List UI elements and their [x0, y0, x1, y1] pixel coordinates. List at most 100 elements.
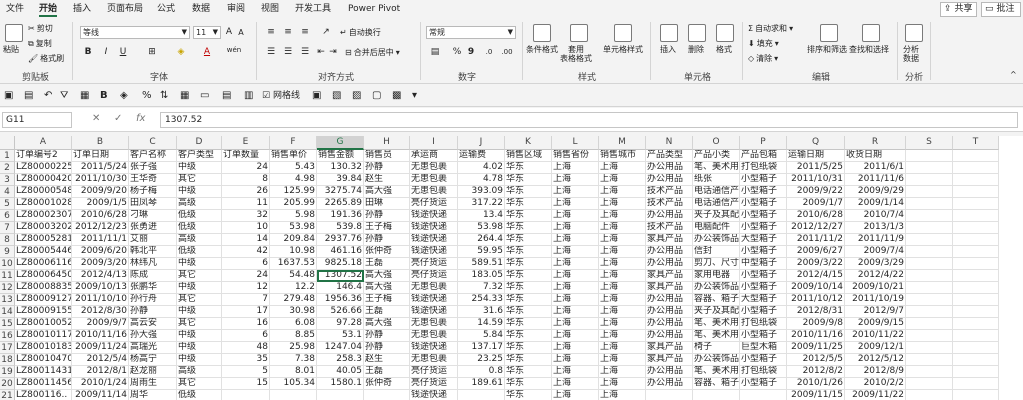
shrink-font-button[interactable]: A: [236, 26, 246, 39]
delete-cells-button[interactable]: 删除: [688, 45, 704, 54]
table-cell[interactable]: LZ80006116: [15, 258, 72, 270]
table-cell[interactable]: 42: [222, 246, 270, 258]
table-cell[interactable]: 华东: [505, 342, 552, 354]
insert-cells-icon[interactable]: [660, 24, 678, 42]
currency-icon[interactable]: ▤: [428, 46, 442, 59]
name-box[interactable]: G11: [2, 112, 72, 128]
table-cell[interactable]: 393.09: [458, 186, 505, 198]
table-cell[interactable]: 孙大强: [129, 330, 177, 342]
table-cell[interactable]: 中级: [177, 330, 222, 342]
table-cell[interactable]: 35: [222, 354, 270, 366]
table-cell[interactable]: LZ80010117: [15, 330, 72, 342]
table-cell[interactable]: 中型箱子: [740, 258, 787, 270]
table-cell[interactable]: 上海: [599, 162, 646, 174]
table-cell[interactable]: [906, 378, 953, 390]
table-cell[interactable]: 家具产品: [646, 354, 693, 366]
table-cell[interactable]: 笔、美术用: [693, 162, 740, 174]
table-cell[interactable]: 孙静: [364, 330, 410, 342]
table-cell[interactable]: 258.3: [317, 354, 364, 366]
column-header[interactable]: N: [646, 136, 693, 150]
table-cell[interactable]: 17: [222, 306, 270, 318]
table-cell[interactable]: 王华奇: [129, 174, 177, 186]
table-cell[interactable]: 高级: [177, 234, 222, 246]
formula-input[interactable]: 1307.52: [160, 112, 1018, 128]
table-cell[interactable]: 205.99: [270, 198, 317, 210]
table-cell[interactable]: 2009/11/15: [787, 390, 845, 400]
paste-icon[interactable]: ▣: [4, 89, 13, 103]
table-cell[interactable]: 2012/8/2: [787, 366, 845, 378]
table-cell[interactable]: 中级: [177, 342, 222, 354]
table-cell[interactable]: 王磊: [364, 366, 410, 378]
find-select-icon[interactable]: [862, 24, 880, 42]
paste-icon[interactable]: [5, 24, 23, 42]
table-cell[interactable]: 笔、美术用: [693, 366, 740, 378]
number-format-combo[interactable]: 常规 ▼: [426, 26, 516, 39]
table-cell[interactable]: 华东: [505, 366, 552, 378]
table-cell[interactable]: 1956.36: [317, 294, 364, 306]
table-cell[interactable]: 高级: [177, 366, 222, 378]
border-icon[interactable]: ▣: [312, 89, 321, 103]
table-cell[interactable]: 高大强: [364, 318, 410, 330]
filter-icon[interactable]: ⛛: [60, 89, 68, 103]
table-cell[interactable]: 田琳: [364, 198, 410, 210]
table-cell[interactable]: LZ80000548: [15, 186, 72, 198]
table-cell[interactable]: LZ80010470: [15, 354, 72, 366]
table-cell[interactable]: 461.16: [317, 246, 364, 258]
table-cell[interactable]: 12.2: [270, 282, 317, 294]
fill-icon[interactable]: ◈: [120, 89, 128, 103]
align-bottom-icon[interactable]: ≡: [299, 26, 311, 39]
table-cell[interactable]: 2012/5/5: [787, 354, 845, 366]
column-header[interactable]: Q: [787, 136, 845, 150]
italic-button[interactable]: I: [100, 46, 112, 59]
cut-button[interactable]: ✂ 剪切: [28, 23, 53, 34]
table-cell[interactable]: 纸张: [693, 174, 740, 186]
table-cell[interactable]: 周雨生: [129, 378, 177, 390]
table-cell[interactable]: 小型箱子: [740, 330, 787, 342]
column-header[interactable]: S: [906, 136, 953, 150]
table-cell[interactable]: [906, 390, 953, 400]
table-cell[interactable]: 小型箱子: [740, 378, 787, 390]
table-cell[interactable]: 无患包裹: [410, 162, 458, 174]
row-header[interactable]: 10: [0, 258, 15, 270]
table-cell[interactable]: 打包纸袋: [740, 366, 787, 378]
analyze-data-icon[interactable]: [905, 24, 923, 42]
table-cell[interactable]: 2009/7/4: [845, 246, 906, 258]
format-cells-button[interactable]: 格式: [716, 45, 732, 54]
percent-icon[interactable]: %: [142, 89, 152, 103]
table-cell[interactable]: 2012/8/30: [72, 306, 129, 318]
cell-styles-button[interactable]: 单元格样式: [603, 45, 643, 54]
row-header[interactable]: 15: [0, 318, 15, 330]
increase-indent-icon[interactable]: ⇥: [328, 46, 338, 59]
table-cell[interactable]: 华东: [505, 378, 552, 390]
table-cell[interactable]: 9825.18: [317, 258, 364, 270]
row-header[interactable]: 2: [0, 162, 15, 174]
table-cell[interactable]: LZ80000225: [15, 162, 72, 174]
table-cell[interactable]: 容器、箱子: [693, 294, 740, 306]
table-cell[interactable]: 上海: [599, 222, 646, 234]
worksheet-grid[interactable]: A B C D E F G H I J K L M N O P Q R S T 1 订单编号2 订单日期 客户名称 客户类型 订单…: [0, 136, 1023, 400]
tab-view[interactable]: 视图: [261, 3, 279, 17]
table-cell[interactable]: 打包纸袋: [740, 318, 787, 330]
analyze-data-button[interactable]: 分析 数据: [903, 45, 919, 63]
delete-cells-icon[interactable]: [688, 24, 706, 42]
table-cell[interactable]: 技术产品: [646, 222, 693, 234]
table-cell[interactable]: [906, 246, 953, 258]
table-cell[interactable]: 孙静: [129, 306, 177, 318]
table-cell[interactable]: [953, 366, 999, 378]
table-cell[interactable]: 低级: [177, 222, 222, 234]
header-cell[interactable]: 产品小类: [693, 150, 740, 162]
table-cell[interactable]: 上海: [552, 162, 599, 174]
table-cell[interactable]: 剪刀、尺寸: [693, 258, 740, 270]
table-cell[interactable]: 高云安: [129, 318, 177, 330]
table-cell[interactable]: 打包纸袋: [740, 162, 787, 174]
table-cell[interactable]: [740, 390, 787, 400]
table-cell[interactable]: 上海: [552, 378, 599, 390]
table-cell[interactable]: 589.51: [458, 258, 505, 270]
table-cell[interactable]: 杨高宁: [129, 354, 177, 366]
table-cell[interactable]: [953, 162, 999, 174]
table-cell[interactable]: 5.98: [270, 210, 317, 222]
align-top-icon[interactable]: ≡: [265, 26, 277, 39]
table-cell[interactable]: [953, 342, 999, 354]
table-cell[interactable]: 15: [222, 378, 270, 390]
table-cell[interactable]: 2011/11/6: [845, 174, 906, 186]
